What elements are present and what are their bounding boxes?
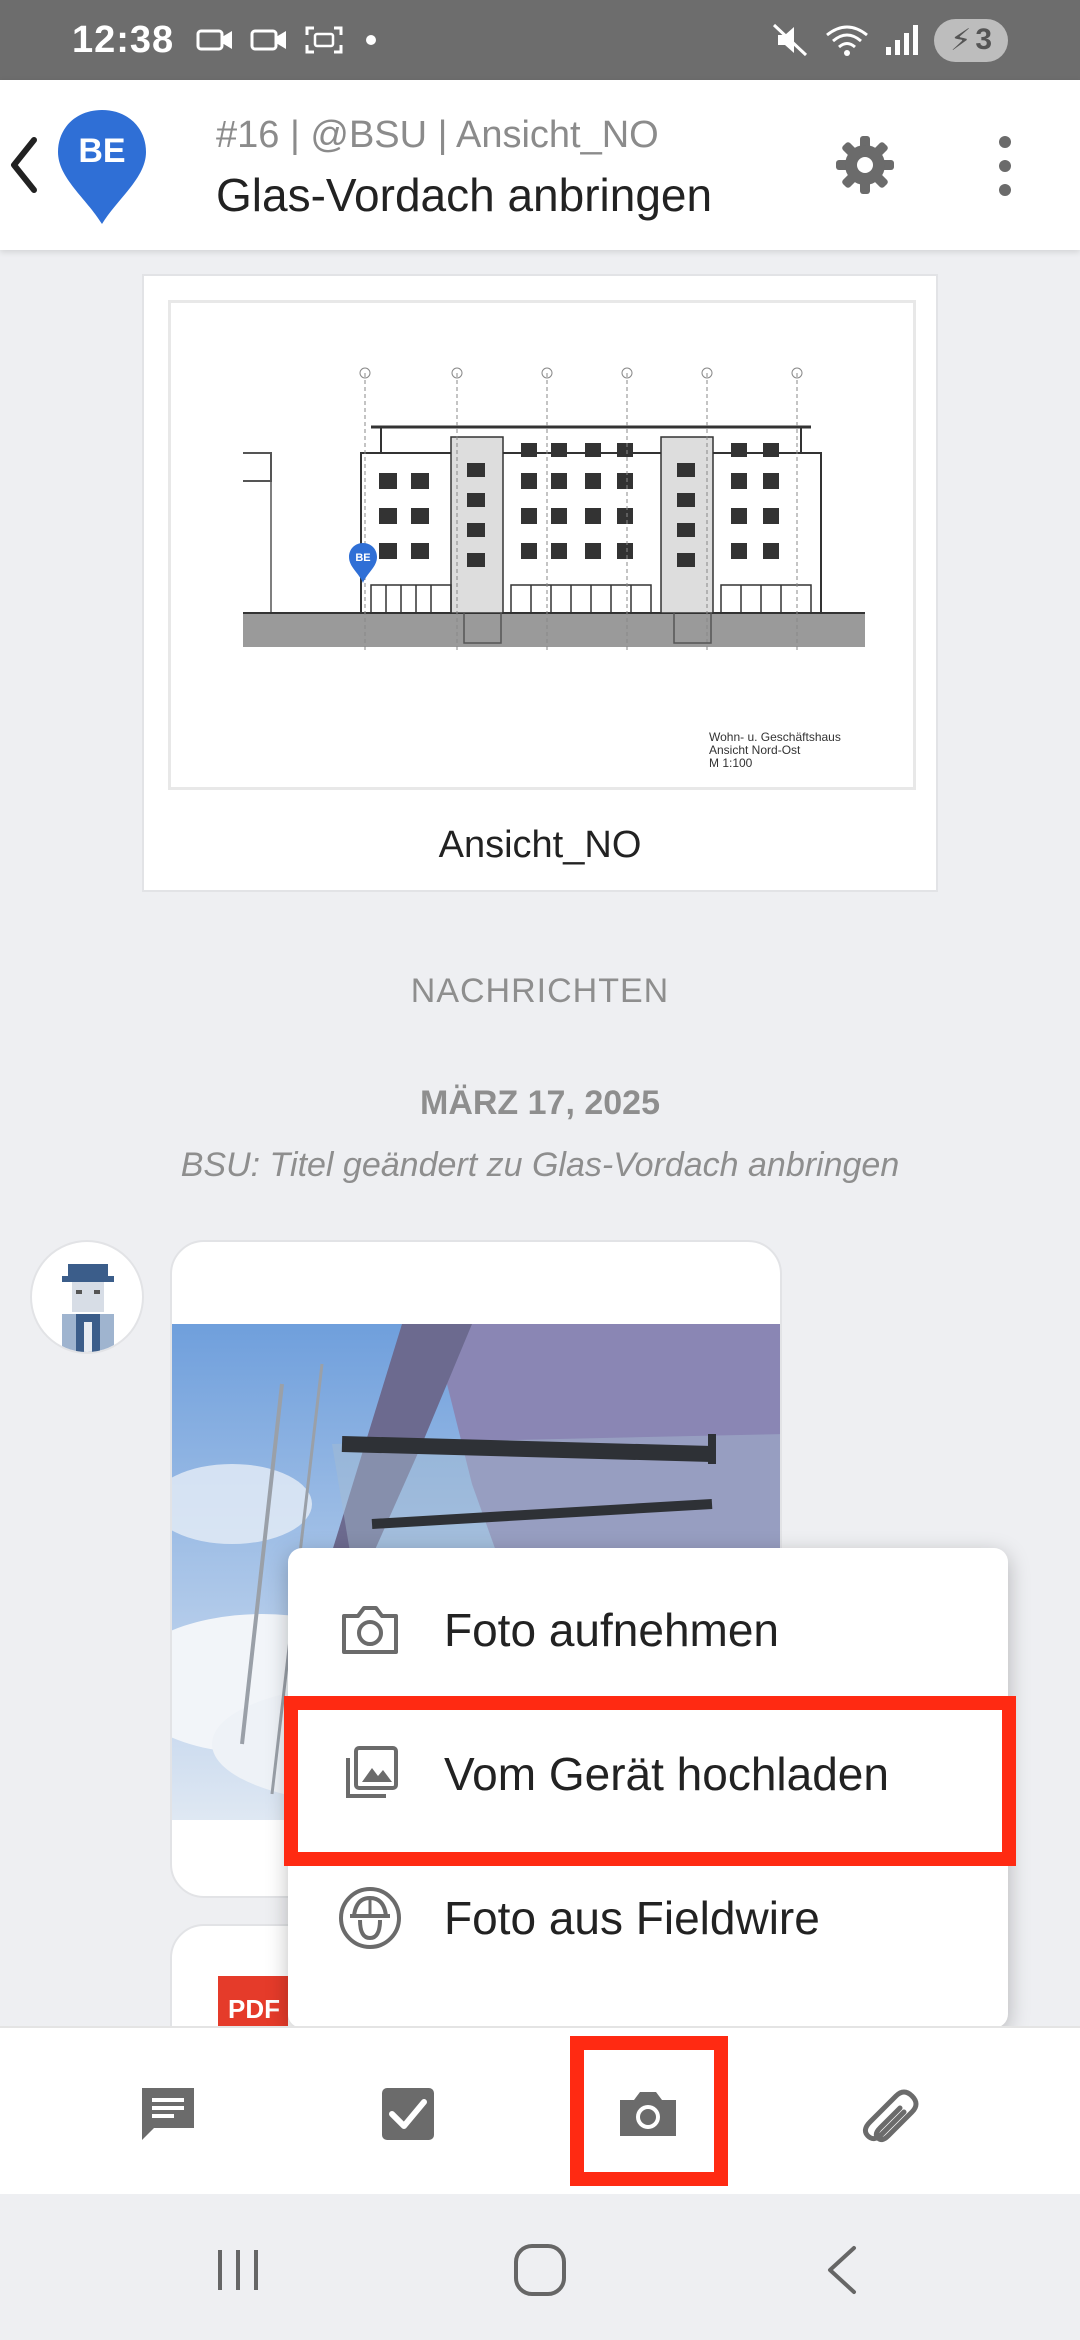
video-notification-icon: [196, 29, 233, 51]
mute-icon: [773, 23, 808, 57]
paperclip-icon[interactable]: [856, 2082, 920, 2146]
status-bar: 12:38 ⚡ 3: [0, 0, 1080, 80]
plan-caption: Ansicht_NO: [438, 824, 642, 866]
more-vert-icon[interactable]: [990, 134, 1020, 198]
wifi-icon: [826, 25, 869, 56]
title-block-line: M 1:100: [709, 756, 753, 770]
location-marker-icon: BE: [58, 110, 146, 224]
task-subtitle: #16 | @BSU | Ansicht_NO: [216, 114, 659, 156]
fieldwire-icon: [339, 1887, 401, 1949]
building-elevation-drawing: BE Wohn- u. Geschäftshaus Ansicht Nord-O…: [243, 367, 865, 770]
gallery-icon: [346, 1746, 398, 1798]
camera-icon: [342, 1606, 398, 1654]
message-date: MÄRZ 17, 2025: [420, 1084, 660, 1122]
gear-icon[interactable]: [834, 134, 896, 196]
plan-preview-card[interactable]: BE Wohn- u. Geschäftshaus Ansicht Nord-O…: [142, 274, 938, 892]
status-time: 12:38: [72, 18, 175, 61]
signal-icon: [886, 25, 919, 55]
menu-item-photo-from-fieldwire[interactable]: Foto aus Fieldwire: [288, 1846, 1008, 1990]
app-header: BE #16 | @BSU | Ansicht_NO Glas-Vordach …: [0, 80, 1080, 250]
bolt-icon: ⚡: [950, 23, 972, 57]
title-block-line: Wohn- u. Geschäftshaus: [709, 730, 841, 744]
battery-indicator: ⚡ 3: [934, 18, 1008, 62]
marker-initials: BE: [78, 132, 125, 170]
menu-item-upload-from-device[interactable]: Vom Gerät hochladen: [288, 1702, 1008, 1846]
plan-drawing[interactable]: BE Wohn- u. Geschäftshaus Ansicht Nord-O…: [168, 300, 916, 790]
screenshot-notification-icon: [305, 26, 343, 54]
menu-item-take-photo[interactable]: Foto aufnehmen: [288, 1558, 1008, 1702]
system-navigation-bar: [0, 2194, 1080, 2340]
chat-icon[interactable]: [136, 2082, 200, 2146]
home-icon[interactable]: [512, 2242, 568, 2298]
avatar-worker-illustration: [62, 1264, 114, 1352]
menu-item-label: Foto aufnehmen: [444, 1604, 780, 1656]
title-block-line: Ansicht Nord-Ost: [709, 743, 801, 757]
more-notifications-dot: [366, 35, 377, 45]
user-avatar[interactable]: [30, 1240, 144, 1354]
bottom-tab-bar: [0, 2026, 1080, 2194]
back-arrow-icon[interactable]: [6, 132, 42, 198]
camera-icon[interactable]: [616, 2082, 680, 2146]
menu-item-label: Vom Gerät hochladen: [444, 1748, 889, 1800]
checkbox-icon[interactable]: [376, 2082, 440, 2146]
task-title[interactable]: Glas-Vordach anbringen: [216, 168, 712, 222]
video-notification-icon: [250, 29, 287, 51]
system-message: BSU: Titel geändert zu Glas-Vordach anbr…: [180, 1146, 900, 1184]
menu-item-label: Foto aus Fieldwire: [444, 1892, 820, 1944]
messages-section-label: NACHRICHTEN: [410, 972, 670, 1010]
notification-icons: [196, 25, 377, 55]
recent-apps-icon[interactable]: [210, 2242, 266, 2298]
nav-back-icon[interactable]: [816, 2242, 872, 2298]
photo-options-menu: Foto aufnehmen Vom Gerät hochladen Foto …: [288, 1548, 1008, 2028]
battery-level: 3: [975, 23, 992, 56]
plan-marker-initials: BE: [355, 552, 370, 564]
